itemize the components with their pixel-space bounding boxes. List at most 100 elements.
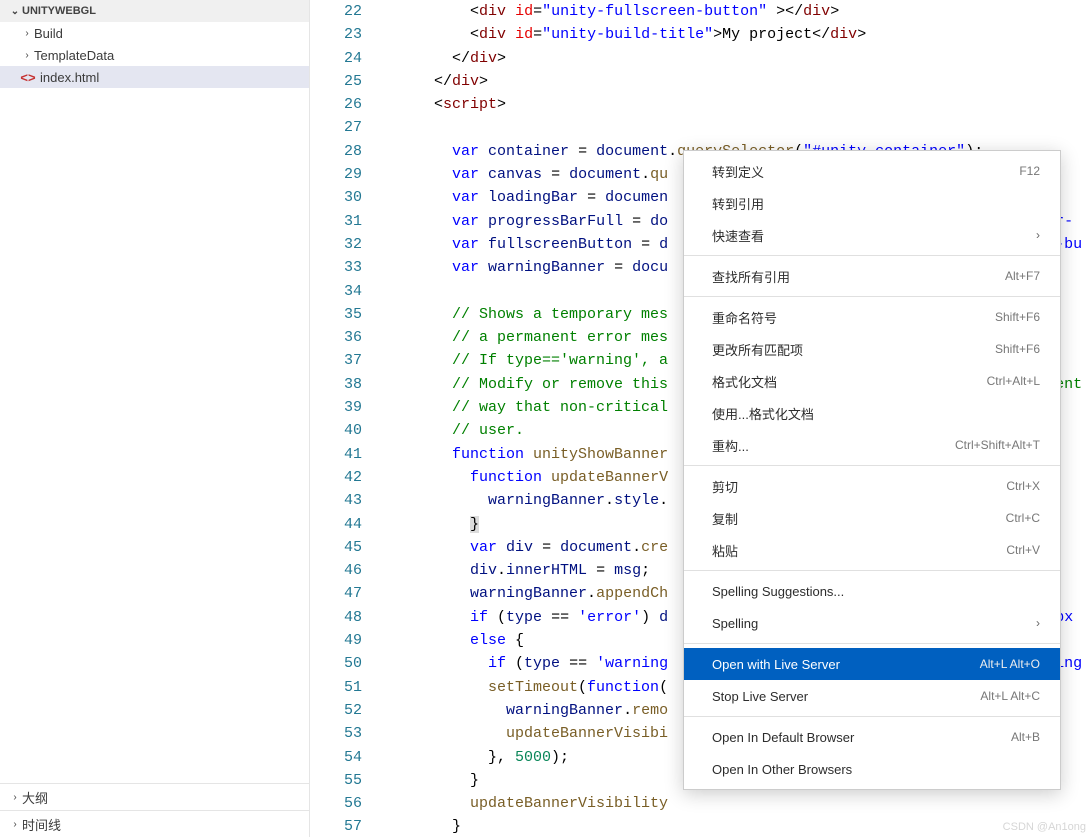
line-number: 35 — [310, 303, 362, 326]
line-number: 53 — [310, 722, 362, 745]
menu-item-label: 剪切 — [712, 477, 738, 496]
panel-header[interactable]: ›大纲 — [0, 784, 309, 810]
menu-item-label: Stop Live Server — [712, 689, 808, 704]
menu-shortcut: Ctrl+Alt+L — [987, 374, 1040, 388]
chevron-right-icon: › — [1036, 616, 1040, 630]
code-line[interactable]: <div id="unity-build-title">My project</… — [398, 23, 1090, 46]
menu-shortcut: Alt+F7 — [1005, 269, 1040, 283]
line-number: 54 — [310, 746, 362, 769]
menu-item-label: 使用...格式化文档 — [712, 404, 814, 423]
menu-item[interactable]: Open In Default Browser Alt+B — [684, 721, 1060, 753]
menu-shortcut: Ctrl+C — [1006, 511, 1040, 525]
tree-folder[interactable]: ›Build — [0, 22, 309, 44]
code-line[interactable] — [398, 116, 1090, 139]
menu-separator — [684, 255, 1060, 256]
line-number: 46 — [310, 559, 362, 582]
menu-separator — [684, 570, 1060, 571]
line-number: 23 — [310, 23, 362, 46]
line-number: 42 — [310, 466, 362, 489]
menu-item-label: 复制 — [712, 509, 738, 528]
file-explorer: ⌄ UNITYWEBGL ›Build›TemplateData<>index.… — [0, 0, 309, 783]
line-number: 37 — [310, 349, 362, 372]
line-number: 22 — [310, 0, 362, 23]
line-number: 24 — [310, 47, 362, 70]
menu-item[interactable]: 快速查看› — [684, 219, 1060, 251]
sidebar: ⌄ UNITYWEBGL ›Build›TemplateData<>index.… — [0, 0, 310, 837]
tree-item-label: TemplateData — [34, 48, 114, 63]
chevron-down-icon: ⌄ — [8, 6, 22, 17]
code-line[interactable]: <script> — [398, 93, 1090, 116]
menu-item[interactable]: 粘贴 Ctrl+V — [684, 534, 1060, 566]
chevron-right-icon: › — [20, 28, 34, 39]
tree-root[interactable]: ⌄ UNITYWEBGL — [0, 0, 309, 22]
menu-item[interactable]: 使用...格式化文档 — [684, 397, 1060, 429]
line-number: 52 — [310, 699, 362, 722]
line-number: 45 — [310, 536, 362, 559]
line-number: 41 — [310, 443, 362, 466]
menu-item-label: 格式化文档 — [712, 372, 777, 391]
menu-item[interactable]: 重构...Ctrl+Shift+Alt+T — [684, 429, 1060, 461]
tree-folder[interactable]: ›TemplateData — [0, 44, 309, 66]
line-number: 39 — [310, 396, 362, 419]
menu-item[interactable]: 转到定义F12 — [684, 155, 1060, 187]
menu-shortcut: Shift+F6 — [995, 342, 1040, 356]
menu-separator — [684, 643, 1060, 644]
code-line[interactable]: } — [398, 815, 1090, 837]
menu-item-label: Spelling — [712, 616, 758, 631]
menu-item-label: Open In Other Browsers — [712, 762, 852, 777]
menu-item-label: 重构... — [712, 436, 749, 455]
line-number: 49 — [310, 629, 362, 652]
menu-shortcut: Ctrl+X — [1006, 479, 1040, 493]
menu-item[interactable]: 查找所有引用Alt+F7 — [684, 260, 1060, 292]
menu-item-label: 重命名符号 — [712, 308, 777, 327]
line-number: 48 — [310, 606, 362, 629]
menu-item[interactable]: 剪切 Ctrl+X — [684, 470, 1060, 502]
menu-item[interactable]: 重命名符号 Shift+F6 — [684, 301, 1060, 333]
line-number: 29 — [310, 163, 362, 186]
menu-item-label: Spelling Suggestions... — [712, 584, 844, 599]
line-gutter: 2223242526272829303132333435363738394041… — [310, 0, 380, 837]
line-number: 57 — [310, 815, 362, 837]
panel-label: 大纲 — [22, 788, 48, 807]
line-number: 40 — [310, 419, 362, 442]
panel-label: 时间线 — [22, 815, 61, 834]
tree-item-label: Build — [34, 26, 63, 41]
menu-item[interactable]: Open In Other Browsers — [684, 753, 1060, 785]
line-number: 27 — [310, 116, 362, 139]
menu-item-label: 转到定义 — [712, 162, 764, 181]
line-number: 26 — [310, 93, 362, 116]
menu-item-label: Open with Live Server — [712, 657, 840, 672]
menu-item-label: Open In Default Browser — [712, 730, 854, 745]
code-line[interactable]: <div id="unity-fullscreen-button" ></div… — [398, 0, 1090, 23]
menu-item[interactable]: Spelling › — [684, 607, 1060, 639]
panel-header[interactable]: ›时间线 — [0, 811, 309, 837]
line-number: 31 — [310, 210, 362, 233]
menu-shortcut: Alt+B — [1011, 730, 1040, 744]
menu-item[interactable]: 转到引用 — [684, 187, 1060, 219]
code-line[interactable]: </div> — [398, 70, 1090, 93]
html-file-icon: <> — [20, 69, 36, 85]
menu-shortcut: Shift+F6 — [995, 310, 1040, 324]
chevron-right-icon: › — [20, 50, 34, 61]
line-number: 44 — [310, 513, 362, 536]
menu-item[interactable]: Open with Live ServerAlt+L Alt+O — [684, 648, 1060, 680]
line-number: 38 — [310, 373, 362, 396]
context-menu: 转到定义F12转到引用快速查看›查找所有引用Alt+F7重命名符号Shift+F… — [683, 150, 1061, 790]
menu-item[interactable]: 格式化文档 Ctrl+Alt+L — [684, 365, 1060, 397]
menu-shortcut: Alt+L Alt+C — [980, 689, 1040, 703]
menu-item-label: 粘贴 — [712, 541, 738, 560]
tree-file[interactable]: <>index.html — [0, 66, 309, 88]
menu-separator — [684, 296, 1060, 297]
menu-item[interactable]: Spelling Suggestions... — [684, 575, 1060, 607]
line-number: 51 — [310, 676, 362, 699]
menu-item[interactable]: Stop Live Server Alt+L Alt+C — [684, 680, 1060, 712]
code-line[interactable]: </div> — [398, 47, 1090, 70]
line-number: 43 — [310, 489, 362, 512]
menu-item[interactable]: 更改所有匹配项Shift+F6 — [684, 333, 1060, 365]
code-line[interactable]: updateBannerVisibility — [398, 792, 1090, 815]
menu-item[interactable]: 复制 Ctrl+C — [684, 502, 1060, 534]
menu-item-label: 快速查看 — [712, 226, 764, 245]
menu-separator — [684, 465, 1060, 466]
line-number: 55 — [310, 769, 362, 792]
menu-shortcut: Ctrl+V — [1006, 543, 1040, 557]
